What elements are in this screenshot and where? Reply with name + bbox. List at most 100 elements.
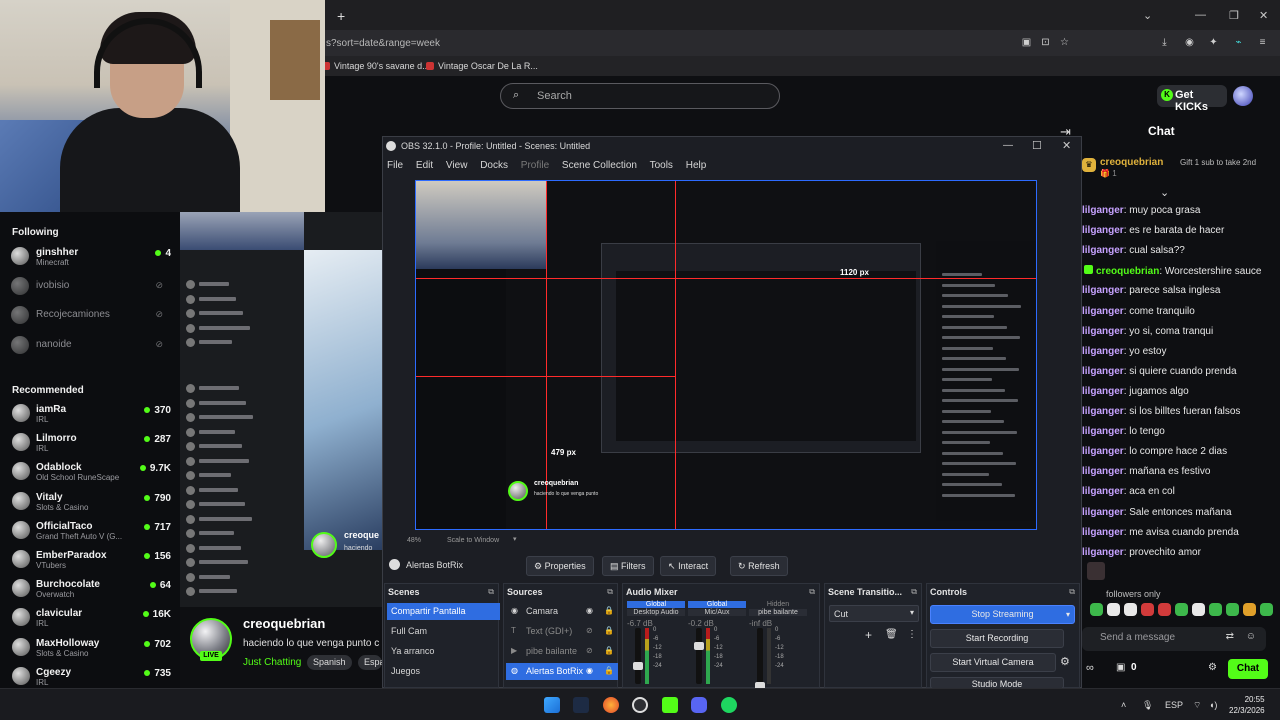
obs-close-icon[interactable]: ✕ xyxy=(1062,139,1071,152)
microphone-icon[interactable]: 🎙 xyxy=(1142,700,1153,711)
chat-username[interactable]: lilganger xyxy=(1082,386,1124,397)
volume-fader[interactable] xyxy=(635,628,641,684)
start-virtual-camera-button[interactable]: Start Virtual Camera xyxy=(930,653,1056,672)
search-input[interactable]: ⌕ Search xyxy=(500,83,780,109)
bookmark-item[interactable]: Vintage Oscar De La R... xyxy=(426,61,538,71)
lock-icon[interactable]: 🔒 xyxy=(604,606,614,615)
discord-icon[interactable] xyxy=(691,697,707,713)
volume-fader[interactable] xyxy=(696,628,702,684)
sidebar-item-recommended[interactable]: MaxHolloway Slots & Casino 702 xyxy=(11,635,171,661)
chat-username[interactable]: lilganger xyxy=(1082,326,1124,337)
chat-username[interactable]: lilganger xyxy=(1082,446,1124,457)
sidebar-item-recommended[interactable]: Lilmorro IRL 287 xyxy=(11,430,171,456)
chat-input[interactable]: Send a message ⇄ ☺ xyxy=(1082,627,1266,651)
chat-username[interactable]: lilganger xyxy=(1082,486,1124,497)
source-item[interactable]: ◉ Camara ◉ 🔒 xyxy=(506,603,618,620)
chat-username[interactable]: lilganger xyxy=(1082,406,1124,417)
chat-username[interactable]: lilganger xyxy=(1082,306,1124,317)
chat-username[interactable]: lilganger xyxy=(1082,507,1124,518)
scene-item[interactable]: Ya arranco xyxy=(387,643,500,660)
transition-menu-icon[interactable]: ⋮ xyxy=(907,629,917,640)
transition-select[interactable]: Cut ▾ xyxy=(829,605,919,622)
emote-icon[interactable] xyxy=(1243,603,1256,616)
obs-maximize-icon[interactable]: ☐ xyxy=(1032,139,1042,152)
translate-icon[interactable]: ⇄ xyxy=(1226,631,1234,642)
minimize-icon[interactable]: — xyxy=(1195,9,1206,21)
start-icon[interactable] xyxy=(544,697,560,713)
sidebar-item-recommended[interactable]: clavicular IRL 16K xyxy=(11,605,171,631)
zoom-level[interactable]: 48% xyxy=(407,537,421,544)
emoji-icon[interactable]: ☺ xyxy=(1246,631,1256,642)
menu-icon[interactable]: ≡ xyxy=(1257,37,1268,48)
source-item[interactable]: ▶ pibe bailante ⊘ 🔒 xyxy=(506,643,618,660)
tray-language[interactable]: ESP xyxy=(1165,700,1183,710)
dock-float-icon[interactable]: ⧉ xyxy=(911,587,917,597)
new-tab-button[interactable]: + xyxy=(337,8,345,24)
emote-icon[interactable] xyxy=(1158,603,1171,616)
obs-minimize-icon[interactable]: — xyxy=(1003,140,1013,151)
virtual-camera-settings-icon[interactable]: ⚙ xyxy=(1060,655,1070,668)
kick-taskbar-icon[interactable] xyxy=(662,697,678,713)
delete-transition-icon[interactable]: 🗑 xyxy=(885,629,898,640)
volume-fader[interactable] xyxy=(757,628,763,684)
emote-icon[interactable] xyxy=(1107,603,1120,616)
stream-category[interactable]: Just Chatting xyxy=(243,657,301,668)
source-item[interactable]: T Text (GDI+) ⊘ 🔒 xyxy=(506,623,618,640)
tray-overflow-icon[interactable]: ˄ xyxy=(1121,700,1126,710)
chat-username[interactable]: lilganger xyxy=(1082,205,1124,216)
channel-name[interactable]: creoquebrian xyxy=(243,616,325,631)
emote-icon[interactable] xyxy=(1175,603,1188,616)
dock-float-icon[interactable]: ⧉ xyxy=(1069,587,1075,597)
chat-username[interactable]: lilganger xyxy=(1082,527,1124,538)
sidebar-item-recommended[interactable]: Cgeezy IRL 735 xyxy=(11,664,171,690)
expand-pinned-icon[interactable]: ⌄ xyxy=(1160,186,1169,199)
lock-icon[interactable]: 🔒 xyxy=(604,626,614,635)
chat-username[interactable]: creoquebrian xyxy=(1096,266,1159,277)
fader-knob[interactable] xyxy=(633,662,643,670)
emote-icon[interactable] xyxy=(1192,603,1205,616)
emote-icon[interactable] xyxy=(1260,603,1273,616)
mixer-channel[interactable]: Global Desktop Audio -6.7 dB 0 -6 -12 -18 -24 xyxy=(627,601,685,686)
chat-username[interactable]: lilganger xyxy=(1082,547,1124,558)
visibility-eye-icon[interactable]: ⊘ xyxy=(586,646,593,655)
sidebar-item-following[interactable]: ivobisio ⊘ xyxy=(11,274,171,300)
mixer-channel[interactable]: Global Mic/Aux -0.2 dB 0 -6 -12 -18 -24 xyxy=(688,601,746,686)
dock-float-icon[interactable]: ⧉ xyxy=(488,587,494,597)
tag-pill[interactable]: Spanish xyxy=(307,655,352,670)
menu-profile[interactable]: Profile xyxy=(521,160,549,171)
sidebar-item-following[interactable]: ginshher Minecraft 4 xyxy=(11,244,171,270)
sidebar-item-following[interactable]: nanoide ⊘ xyxy=(11,333,171,359)
emote-icon[interactable] xyxy=(1226,603,1239,616)
pinned-gifter[interactable]: ♛ creoquebrian 🎁 1 Gift 1 sub to take 2n… xyxy=(1080,150,1280,184)
firefox-icon[interactable] xyxy=(603,697,619,713)
chat-settings-icon[interactable]: ⚙ xyxy=(1208,662,1217,673)
scene-item[interactable]: Compartir Pantalla xyxy=(387,603,500,620)
restore-icon[interactable]: ❐ xyxy=(1229,9,1239,22)
tag-pill[interactable]: Espa xyxy=(358,655,382,670)
sidebar-item-recommended[interactable]: EmberParadox VTubers 156 xyxy=(11,547,171,573)
sidebar-item-recommended[interactable]: Odablock Old School RuneScape 9.7K xyxy=(11,459,171,485)
menu-file[interactable]: File xyxy=(387,160,403,171)
clock[interactable]: 20:55 22/3/2026 xyxy=(1229,694,1265,716)
refresh-button[interactable]: ↻ Refresh xyxy=(730,556,788,576)
properties-button[interactable]: ⚙ Properties xyxy=(526,556,594,576)
tab-list-icon[interactable]: ⌄ xyxy=(1143,9,1152,22)
menu-docks[interactable]: Docks xyxy=(480,160,508,171)
chat-username[interactable]: lilganger xyxy=(1082,225,1124,236)
start-recording-button[interactable]: Start Recording xyxy=(930,629,1064,648)
extensions-icon[interactable]: ✦ xyxy=(1208,37,1219,48)
lock-icon[interactable]: 🔒 xyxy=(604,666,614,675)
menu-edit[interactable]: Edit xyxy=(416,160,433,171)
sidebar-item-recommended[interactable]: OfficialTaco Grand Theft Auto V (G... 717 xyxy=(11,518,171,544)
fader-knob[interactable] xyxy=(694,642,704,650)
visibility-eye-icon[interactable]: ◉ xyxy=(586,606,593,615)
emote-icon[interactable] xyxy=(1209,603,1222,616)
interact-button[interactable]: ↖ Interact xyxy=(660,556,717,576)
user-avatar[interactable] xyxy=(1233,86,1253,106)
add-transition-icon[interactable]: + xyxy=(865,628,872,642)
chat-username[interactable]: lilganger xyxy=(1082,366,1124,377)
get-kicks-button[interactable]: K Get KICKs xyxy=(1157,85,1227,113)
spotify-icon[interactable] xyxy=(721,697,737,713)
volume-icon[interactable]: ◖) xyxy=(1209,700,1217,710)
emote-icon[interactable] xyxy=(1141,603,1154,616)
